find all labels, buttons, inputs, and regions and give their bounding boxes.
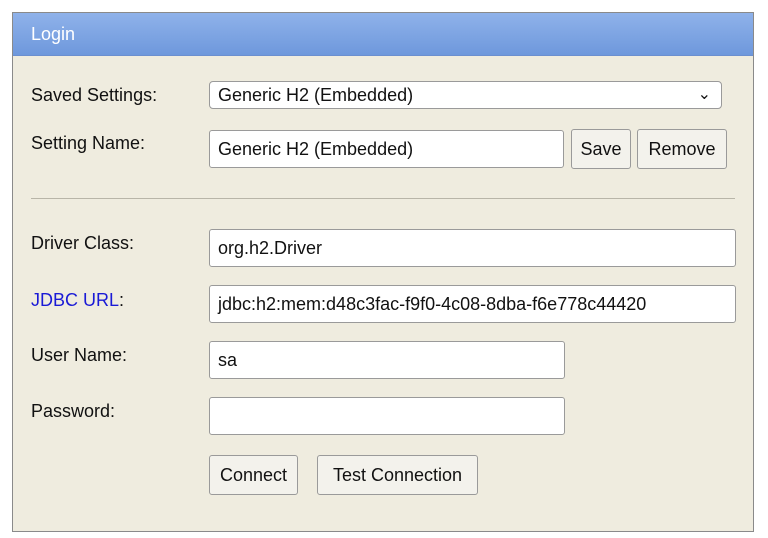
panel-title: Login — [13, 13, 753, 56]
saved-settings-label: Saved Settings: — [31, 85, 158, 105]
jdbc-url-link[interactable]: JDBC URL — [31, 290, 119, 310]
saved-settings-value: Generic H2 (Embedded) — [218, 85, 414, 105]
jdbc-url-label: JDBC URL: — [31, 290, 124, 311]
jdbc-url-colon: : — [119, 290, 125, 310]
setting-name-input[interactable]: Generic H2 (Embedded) — [209, 130, 564, 168]
remove-button[interactable]: Remove — [637, 129, 727, 169]
setting-name-label: Setting Name: — [31, 133, 146, 153]
chevron-down-icon: ⌄ — [697, 86, 711, 103]
test-connection-button[interactable]: Test Connection — [317, 455, 478, 495]
password-label: Password: — [31, 401, 116, 421]
saved-settings-select[interactable]: Generic H2 (Embedded) ⌄ — [209, 81, 722, 109]
section-divider — [31, 198, 735, 199]
driver-class-input[interactable]: org.h2.Driver — [209, 229, 736, 267]
password-input[interactable] — [209, 397, 565, 435]
login-panel: Login Saved Settings: Generic H2 (Embedd… — [12, 12, 754, 532]
driver-class-label: Driver Class: — [31, 233, 135, 253]
user-name-input[interactable]: sa — [209, 341, 565, 379]
connect-button[interactable]: Connect — [209, 455, 298, 495]
save-button[interactable]: Save — [571, 129, 631, 169]
user-name-label: User Name: — [31, 345, 128, 365]
jdbc-url-input[interactable]: jdbc:h2:mem:d48c3fac-f9f0-4c08-8dba-f6e7… — [209, 285, 736, 323]
